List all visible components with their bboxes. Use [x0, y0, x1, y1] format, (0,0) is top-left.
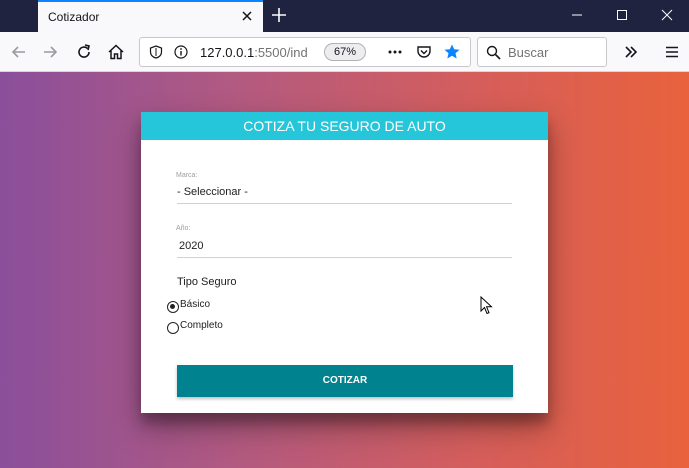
- radio-basico[interactable]: [167, 301, 179, 313]
- double-chevron-icon: [625, 46, 638, 58]
- tab-bar: Cotizador: [0, 0, 689, 32]
- tab-cotizador[interactable]: Cotizador: [38, 0, 263, 32]
- mouse-cursor-icon: [480, 296, 493, 315]
- hamburger-menu-button[interactable]: [660, 40, 684, 64]
- close-tab-icon[interactable]: [239, 8, 255, 24]
- marca-underline: [177, 203, 512, 204]
- more-actions-icon[interactable]: [387, 45, 403, 59]
- url-path: :5500/ind: [254, 45, 308, 60]
- shield-icon[interactable]: [149, 45, 163, 59]
- maximize-icon[interactable]: [612, 6, 632, 24]
- radio-option-completo[interactable]: Completo: [167, 319, 223, 334]
- marca-value: - Seleccionar -: [177, 186, 248, 198]
- url-text[interactable]: 127.0.0.1:5500/ind: [200, 45, 316, 60]
- back-arrow-icon: [11, 46, 25, 58]
- radio-option-basico[interactable]: Básico: [167, 298, 211, 313]
- year-label: Año:: [176, 225, 191, 232]
- hamburger-icon: [666, 46, 678, 58]
- form-header: COTIZA TU SEGURO DE AUTO: [141, 112, 548, 140]
- year-select[interactable]: 2020: [177, 234, 512, 258]
- forward-button[interactable]: [38, 40, 62, 64]
- close-window-icon[interactable]: [657, 6, 677, 24]
- search-placeholder: Buscar: [508, 45, 549, 60]
- address-bar[interactable]: 127.0.0.1:5500/ind 67%: [139, 37, 471, 67]
- marca-select[interactable]: - Seleccionar -: [177, 180, 512, 204]
- year-underline: [177, 257, 512, 258]
- reload-button[interactable]: [72, 40, 96, 64]
- radio-completo-label: Completo: [180, 319, 223, 331]
- home-icon: [108, 44, 124, 60]
- minimize-icon[interactable]: [567, 6, 587, 24]
- forward-arrow-icon: [44, 46, 58, 58]
- radio-completo[interactable]: [167, 322, 179, 334]
- year-value: 2020: [179, 240, 204, 252]
- bookmark-star-icon[interactable]: [443, 43, 461, 61]
- back-button[interactable]: [7, 40, 31, 64]
- cotizar-button[interactable]: COTIZAR: [177, 365, 513, 397]
- reload-icon: [78, 44, 90, 58]
- page-background: COTIZA TU SEGURO DE AUTO Marca: - Selecc…: [0, 72, 689, 468]
- pocket-icon[interactable]: [416, 44, 432, 60]
- home-button[interactable]: [104, 40, 128, 64]
- zoom-indicator[interactable]: 67%: [324, 43, 366, 61]
- overflow-menu-button[interactable]: [619, 40, 643, 64]
- radio-basico-label: Básico: [180, 298, 211, 310]
- quote-form-card: COTIZA TU SEGURO DE AUTO Marca: - Selecc…: [141, 112, 548, 413]
- info-icon[interactable]: [174, 45, 188, 59]
- search-box[interactable]: Buscar: [477, 37, 607, 67]
- tab-title: Cotizador: [48, 10, 100, 24]
- marca-label: Marca:: [176, 172, 198, 179]
- navigation-toolbar: 127.0.0.1:5500/ind 67% Buscar: [0, 32, 689, 72]
- new-tab-icon[interactable]: [270, 6, 288, 24]
- url-host: 127.0.0.1: [200, 45, 255, 60]
- search-icon: [486, 45, 501, 60]
- tipo-seguro-title: Tipo Seguro: [177, 276, 237, 288]
